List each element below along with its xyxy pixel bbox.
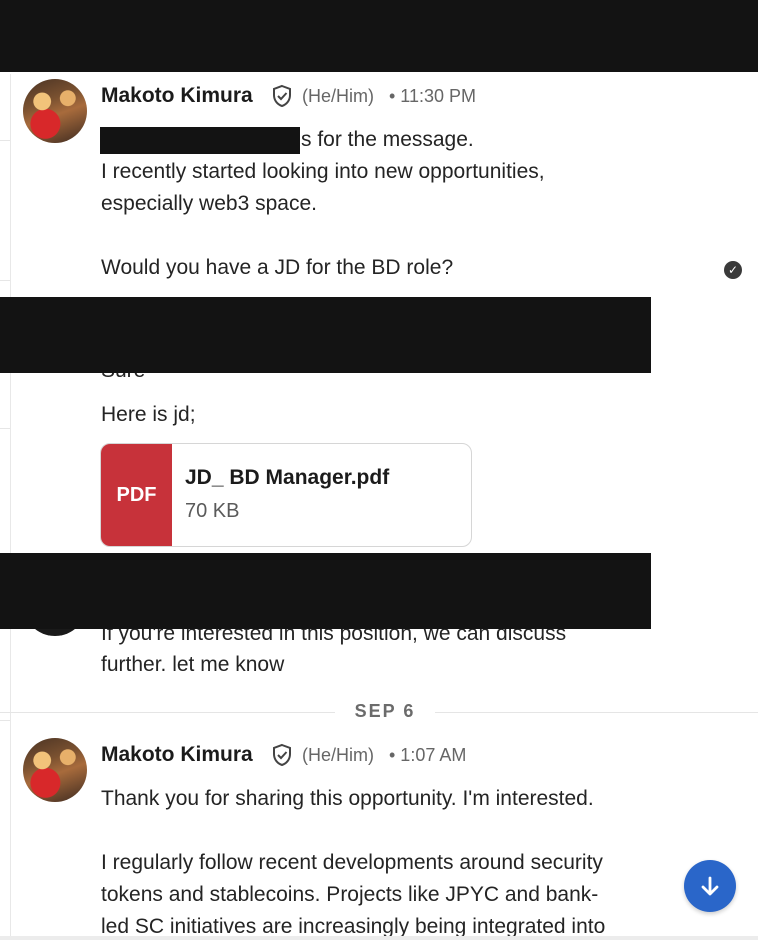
redaction-inline — [100, 127, 300, 154]
message-line: further. let me know — [101, 653, 285, 676]
avatar[interactable] — [23, 79, 87, 143]
message-line: especially web3 space. — [101, 192, 317, 215]
sender-name[interactable]: Makoto Kimura — [101, 743, 253, 767]
scroll-to-bottom-button[interactable] — [684, 860, 736, 912]
rail-divider — [0, 720, 10, 721]
message-line: I recently started looking into new oppo… — [101, 160, 545, 183]
redaction-block — [0, 297, 651, 373]
read-receipt-check-icon: ✓ — [724, 261, 742, 279]
redaction-block — [0, 553, 651, 629]
attachment-file-name[interactable]: JD_ BD Manager.pdf — [185, 466, 389, 490]
message-line: I regularly follow recent developments a… — [101, 851, 603, 874]
rail-divider — [0, 428, 10, 429]
arrow-down-icon — [701, 876, 719, 896]
redaction-bar-top — [0, 0, 758, 72]
rail-divider — [0, 280, 10, 281]
message-line: Here is jd; — [101, 403, 196, 426]
message-line: s for the message. — [301, 128, 474, 151]
timestamp: • 11:30 PM — [389, 86, 477, 106]
bottom-divider — [0, 936, 758, 940]
verified-shield-icon — [273, 84, 291, 108]
date-separator-label: SEP 6 — [335, 701, 435, 722]
message-line: tokens and stablecoins. Projects like JP… — [101, 883, 599, 906]
attachment-file-size: 70 KB — [185, 500, 240, 522]
verified-shield-icon — [273, 743, 291, 767]
attachment-card[interactable]: PDF JD_ BD Manager.pdf 70 KB — [100, 443, 472, 547]
pronouns: (He/Him) — [302, 86, 374, 106]
pdf-file-icon: PDF — [101, 444, 172, 546]
message-line: Would you have a JD for the BD role? — [101, 256, 454, 279]
message-line: Thank you for sharing this opportunity. … — [101, 787, 594, 810]
sender-name[interactable]: Makoto Kimura — [101, 84, 253, 108]
rail-divider — [0, 140, 10, 141]
pronouns: (He/Him) — [302, 745, 374, 765]
avatar[interactable] — [23, 738, 87, 802]
left-rail — [0, 74, 11, 940]
timestamp: • 1:07 AM — [389, 745, 467, 765]
